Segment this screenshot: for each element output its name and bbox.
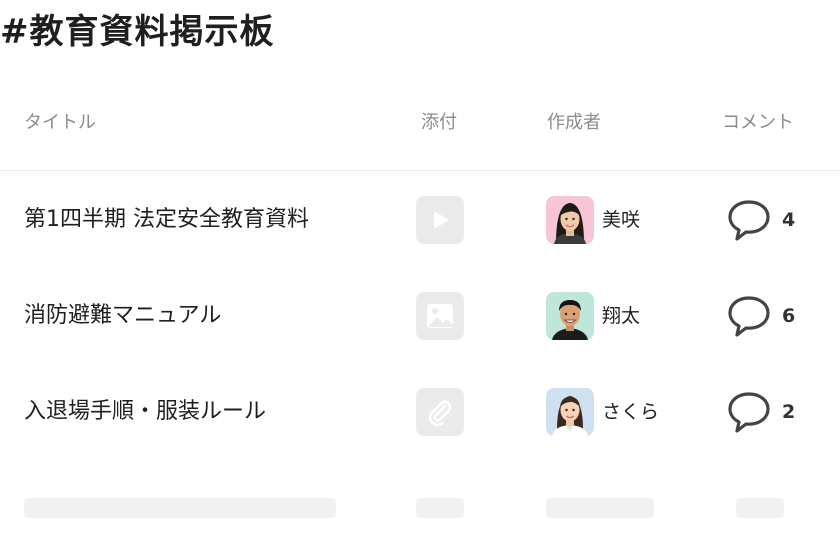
author-name[interactable]: 翔太 <box>602 290 640 342</box>
table-row[interactable]: 消防避難マニュアル 翔太 6 <box>0 290 840 386</box>
comment-bubble-icon[interactable] <box>726 196 772 244</box>
row-title[interactable]: 消防避難マニュアル <box>24 290 221 342</box>
page-title: #教育資料掲示板 <box>0 12 275 52</box>
skeleton-placeholder-attachment <box>416 498 464 518</box>
header-title[interactable]: タイトル <box>24 108 96 134</box>
avatar[interactable] <box>546 196 594 244</box>
header-comments[interactable]: コメント <box>722 108 794 134</box>
header-author[interactable]: 作成者 <box>547 108 601 134</box>
row-title[interactable]: 第1四半期 法定安全教育資料 <box>24 194 309 246</box>
header-divider <box>0 170 840 171</box>
author-name[interactable]: さくら <box>602 386 659 438</box>
header-attachment[interactable]: 添付 <box>421 108 457 134</box>
paperclip-icon[interactable] <box>416 388 464 436</box>
comment-count: 4 <box>782 209 796 231</box>
avatar[interactable] <box>546 292 594 340</box>
video-play-icon[interactable] <box>416 196 464 244</box>
author-name[interactable]: 美咲 <box>602 194 640 246</box>
comment-count: 6 <box>782 305 796 327</box>
skeleton-placeholder-comments <box>736 498 784 518</box>
avatar[interactable] <box>546 388 594 436</box>
image-icon[interactable] <box>416 292 464 340</box>
table-row[interactable]: 第1四半期 法定安全教育資料 美咲 4 <box>0 194 840 290</box>
skeleton-placeholder-title <box>24 498 336 518</box>
comment-bubble-icon[interactable] <box>726 292 772 340</box>
skeleton-placeholder-author <box>546 498 654 518</box>
comment-count: 2 <box>782 401 796 423</box>
table-header: タイトル 添付 作成者 コメント <box>0 108 840 148</box>
comment-bubble-icon[interactable] <box>726 388 772 436</box>
row-title[interactable]: 入退場手順・服装ルール <box>24 386 266 438</box>
table-row[interactable]: 入退場手順・服装ルール さくら 2 <box>0 386 840 482</box>
